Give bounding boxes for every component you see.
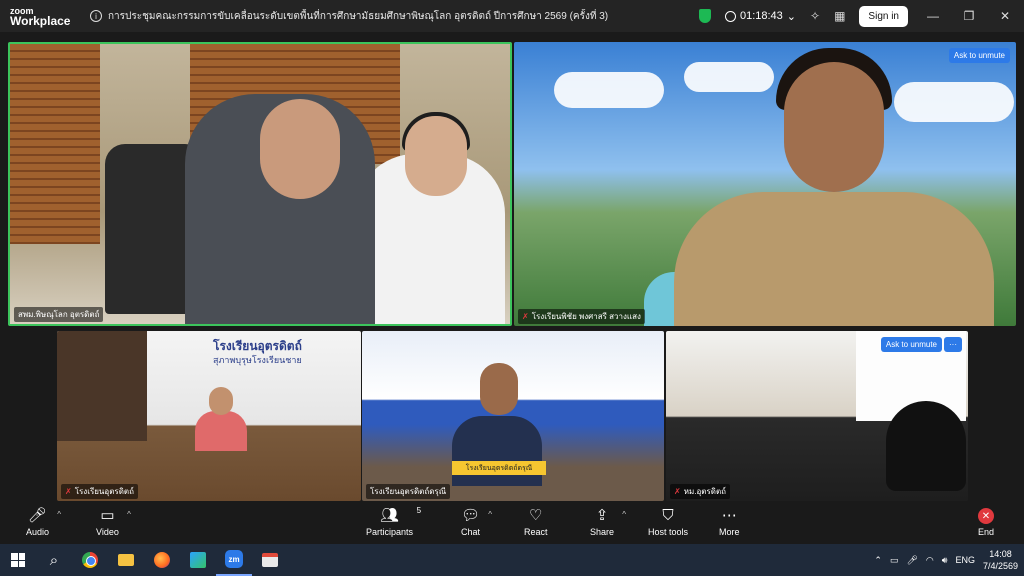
ask-to-unmute-button[interactable]: Ask to unmute bbox=[880, 337, 942, 352]
microphone-icon: 🎤︎ bbox=[27, 507, 48, 524]
microphone-icon[interactable]: 🎤︎ bbox=[906, 555, 917, 566]
clock-icon bbox=[724, 10, 736, 22]
windows-logo-icon bbox=[11, 553, 25, 567]
store-icon bbox=[190, 552, 206, 568]
more-icon: ⋯ bbox=[721, 507, 737, 524]
sparkle-icon[interactable]: ✧ bbox=[810, 9, 820, 23]
sign-in-button[interactable]: Sign in bbox=[859, 5, 908, 27]
video-button[interactable]: ▭ Video ^ bbox=[96, 507, 131, 538]
heart-icon: ♡ bbox=[529, 507, 543, 524]
title-bar: zoom Workplace i การประชุมคณะกรรมการขับเ… bbox=[0, 0, 1024, 32]
ask-to-unmute-button[interactable]: Ask to unmute bbox=[948, 48, 1010, 63]
audio-options-caret[interactable]: ^ bbox=[57, 510, 61, 519]
mic-muted-icon: ✗ bbox=[522, 312, 529, 321]
name-plate: โรงเรียนอุตรดิตถ์ดรุณี bbox=[452, 461, 546, 475]
system-tray: ⌃ ▭ 🎤︎ ◠ 🔊︎ ENG 14:08 7/4/2569 bbox=[874, 544, 1018, 576]
zoom-logo: zoom Workplace bbox=[10, 6, 71, 28]
mic-muted-icon: ✗ bbox=[674, 487, 681, 496]
maximize-button[interactable]: ❐ bbox=[958, 9, 980, 23]
firefox-icon bbox=[154, 552, 170, 568]
chat-icon: 💬︎ bbox=[461, 507, 481, 524]
firefox-app[interactable] bbox=[144, 544, 180, 576]
search-icon[interactable]: ⌕ bbox=[36, 544, 72, 576]
video-options-caret[interactable]: ^ bbox=[127, 510, 131, 519]
chat-options-caret[interactable]: ^ bbox=[488, 510, 492, 519]
meeting-title: การประชุมคณะกรรมการขับเคลื่อนระดับเขตพื้… bbox=[108, 10, 609, 22]
share-screen-icon: ⇪ bbox=[595, 507, 609, 524]
wifi-icon[interactable]: ◠ bbox=[926, 555, 934, 566]
end-meeting-button[interactable]: ✕ End bbox=[978, 508, 994, 537]
store-app[interactable] bbox=[180, 544, 216, 576]
participants-icon: 👥︎ bbox=[379, 507, 400, 524]
volume-icon[interactable]: 🔊︎ bbox=[942, 555, 948, 566]
windows-taskbar: ⌕ zm ⌃ ▭ 🎤︎ ◠ 🔊︎ ENG 14:08 7/4/2569 bbox=[0, 544, 1024, 576]
shield-icon: ⛉ bbox=[662, 507, 674, 524]
video-tile-2[interactable]: Ask to unmute ✗ โรงเรียนพิชัย พงศาสรี สว… bbox=[514, 42, 1016, 326]
encryption-shield-icon[interactable] bbox=[698, 9, 711, 23]
video-tile-5[interactable]: Ask to unmute ··· ✗ หม.อุตรดิตถ์ bbox=[666, 331, 968, 501]
zoom-icon: zm bbox=[225, 550, 243, 568]
more-options-button[interactable]: ··· bbox=[944, 337, 962, 352]
chrome-icon bbox=[82, 552, 98, 568]
close-button[interactable]: ✕ bbox=[994, 9, 1016, 23]
react-button[interactable]: ♡ React bbox=[524, 507, 548, 538]
end-call-icon: ✕ bbox=[978, 508, 994, 524]
participant-name: ✗ โรงเรียนอุตรดิตถ์ bbox=[61, 484, 138, 499]
presentation-app[interactable] bbox=[252, 544, 288, 576]
grid-view-icon[interactable]: ▦ bbox=[834, 9, 845, 23]
start-button[interactable] bbox=[0, 544, 36, 576]
chrome-app[interactable] bbox=[72, 544, 108, 576]
participant-name: ✗ โรงเรียนพิชัย พงศาสรี สวางแสง bbox=[518, 309, 645, 324]
video-tile-1[interactable]: สพม.พิษณุโลก อุตรดิตถ์ bbox=[8, 42, 512, 326]
video-gallery: สพม.พิษณุโลก อุตรดิตถ์ Ask to unmute ✗ โ… bbox=[0, 38, 1024, 502]
zoom-app[interactable]: zm bbox=[216, 544, 252, 576]
file-explorer-app[interactable] bbox=[108, 544, 144, 576]
chevron-down-icon: ⌄ bbox=[786, 10, 797, 23]
network-icon[interactable]: ▭ bbox=[890, 555, 899, 566]
chevron-up-icon[interactable]: ⌃ bbox=[874, 555, 882, 566]
meeting-timer[interactable]: 01:18:43 ⌄ bbox=[724, 10, 797, 23]
meeting-info[interactable]: i การประชุมคณะกรรมการขับเคลื่อนระดับเขตพ… bbox=[90, 9, 699, 24]
video-tile-3[interactable]: โรงเรียนอุตรดิตถ์ สุภาพบุรุษโรงเรียนชาย … bbox=[57, 331, 361, 501]
video-tile-4[interactable]: โรงเรียนอุตรดิตถ์ดรุณี โรงเรียนอุตรดิตถ์… bbox=[362, 331, 664, 501]
language-indicator[interactable]: ENG bbox=[955, 555, 975, 565]
participant-name: สพม.พิษณุโลก อุตรดิตถ์ bbox=[14, 307, 104, 322]
share-options-caret[interactable]: ^ bbox=[622, 510, 626, 519]
chat-button[interactable]: 💬︎ Chat ^ bbox=[461, 507, 492, 538]
more-button[interactable]: ⋯ More bbox=[719, 507, 740, 538]
participants-button[interactable]: 👥︎ 5 Participants bbox=[366, 506, 421, 537]
participant-name: โรงเรียนอุตรดิตถ์ดรุณี bbox=[366, 484, 451, 499]
host-tools-button[interactable]: ⛉ Host tools bbox=[648, 507, 688, 538]
meeting-controls: 🎤︎ Audio ^ ▭ Video ^ 👥︎ 5 Participants 💬… bbox=[0, 502, 1024, 544]
presentation-icon bbox=[262, 553, 278, 567]
school-sign-sub: สุภาพบุรุษโรงเรียนชาย bbox=[213, 355, 302, 365]
participant-name: ✗ หม.อุตรดิตถ์ bbox=[670, 484, 731, 499]
audio-button[interactable]: 🎤︎ Audio ^ bbox=[26, 507, 61, 538]
taskbar-clock[interactable]: 14:08 7/4/2569 bbox=[983, 548, 1018, 572]
share-button[interactable]: ⇪ Share ^ bbox=[590, 507, 626, 538]
folder-icon bbox=[118, 554, 134, 566]
info-icon[interactable]: i bbox=[90, 10, 102, 22]
video-camera-icon: ▭ bbox=[100, 507, 115, 524]
mic-muted-icon: ✗ bbox=[65, 487, 72, 496]
participants-count: 5 bbox=[416, 506, 422, 515]
minimize-button[interactable]: — bbox=[922, 9, 944, 23]
